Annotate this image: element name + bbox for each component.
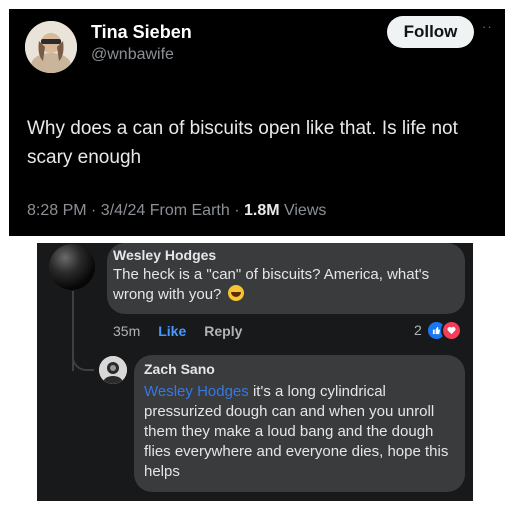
- tweet-text: Why does a can of biscuits open like tha…: [27, 118, 458, 168]
- reaction-summary[interactable]: 2: [414, 319, 462, 341]
- thread-connector: [72, 343, 94, 371]
- commenter-name[interactable]: Wesley Hodges: [113, 247, 216, 263]
- reaction-count: 2: [414, 322, 422, 338]
- comment-text: The heck is a "can" of biscuits? America…: [113, 265, 443, 305]
- author-name[interactable]: Tina Sieben: [91, 22, 192, 43]
- comment-body: The heck is a "can" of biscuits? America…: [113, 266, 430, 303]
- profile-avatar[interactable]: [25, 21, 77, 73]
- replier-name[interactable]: Zach Sano: [144, 361, 215, 377]
- commenter-avatar[interactable]: [49, 244, 95, 290]
- replier-avatar[interactable]: [99, 356, 127, 384]
- tweet-card: Tina Sieben @wnbawife Follow ·· Why does…: [9, 9, 505, 236]
- more-options-icon[interactable]: ··: [482, 19, 500, 35]
- reply-button[interactable]: Reply: [204, 323, 242, 339]
- views-count: 1.8M: [243, 202, 280, 219]
- reply-text: Wesley Hodges it's a long cylindrical pr…: [144, 382, 454, 482]
- author-handle[interactable]: @wnbawife: [91, 46, 174, 64]
- love-icon: [440, 319, 462, 341]
- tweet-timestamp[interactable]: 8:28 PM · 3/4/24 From Earth ·: [27, 202, 244, 219]
- comment-time[interactable]: 35m: [113, 323, 140, 339]
- comment-actions: 35m Like Reply: [113, 323, 242, 339]
- mention-link[interactable]: Wesley Hodges: [144, 383, 249, 400]
- tweet-meta: 8:28 PM · 3/4/24 From Earth · 1.8M Views: [27, 202, 326, 220]
- comment-thread: Wesley Hodges The heck is a "can" of bis…: [37, 243, 473, 501]
- views-label: Views: [279, 202, 327, 219]
- follow-button[interactable]: Follow: [387, 16, 474, 48]
- grinning-sweat-emoji-icon: [227, 285, 244, 301]
- like-button[interactable]: Like: [158, 323, 186, 339]
